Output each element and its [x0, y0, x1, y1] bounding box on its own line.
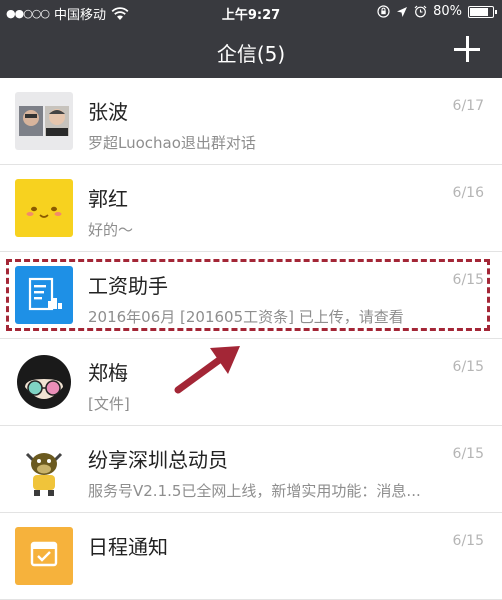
page-title: 企信(5)	[216, 42, 286, 66]
chat-row-schedule-notice[interactable]: 日程通知 6/15	[0, 513, 502, 600]
location-arrow-icon	[397, 6, 408, 17]
payslip-icon	[15, 266, 73, 324]
chat-preview: 罗超Luochao退出群对话	[88, 134, 256, 152]
pointer-arrow-icon	[174, 346, 240, 394]
chat-date: 6/15	[452, 272, 484, 288]
chat-preview: 服务号V2.1.5已全网上线，新增实用功能：消息...	[88, 482, 421, 500]
status-bar: ●●○○○ 中国移动 上午9:27 80%	[0, 0, 502, 26]
chat-name: 张波	[88, 100, 128, 124]
chat-row-guohong[interactable]: 郭红 好的～ 6/16	[0, 165, 502, 252]
chat-name: 郑梅	[88, 361, 128, 385]
calendar-check-icon	[15, 527, 73, 585]
chat-date: 6/15	[452, 359, 484, 375]
chat-name: 纷享深圳总动员	[88, 448, 228, 472]
chat-date: 6/17	[452, 98, 484, 114]
battery-percent: 80%	[433, 4, 462, 19]
chat-row-zhengmei[interactable]: 郑梅 [文件] 6/15	[0, 339, 502, 426]
chat-name: 郭红	[88, 187, 128, 211]
plus-icon[interactable]	[452, 34, 482, 64]
chat-preview: [文件]	[88, 395, 130, 413]
status-right: 80%	[377, 4, 497, 19]
battery-icon	[468, 5, 497, 18]
chat-date: 6/15	[452, 446, 484, 462]
bull-mascot-avatar	[15, 440, 73, 498]
chat-preview: 2016年06月 [201605工资条] 已上传，请查看	[88, 308, 404, 326]
yellow-face-avatar	[15, 179, 73, 237]
chat-row-fenxiang-shenzhen[interactable]: 纷享深圳总动员 服务号V2.1.5已全网上线，新增实用功能：消息... 6/15	[0, 426, 502, 513]
chat-date: 6/15	[452, 533, 484, 549]
chat-date: 6/16	[452, 185, 484, 201]
chat-preview: 好的～	[88, 221, 134, 239]
alarm-icon	[414, 5, 427, 18]
chat-row-payroll-assistant[interactable]: 工资助手 2016年06月 [201605工资条] 已上传，请查看 6/15	[0, 252, 502, 339]
group-photo-avatar	[15, 92, 73, 150]
top-bar: ●●○○○ 中国移动 上午9:27 80% 企信(5)	[0, 0, 502, 78]
chat-row-zhangbo[interactable]: 张波 罗超Luochao退出群对话 6/17	[0, 78, 502, 165]
sunglasses-cartoon-avatar	[15, 353, 73, 411]
chat-name: 日程通知	[88, 535, 168, 559]
chat-name: 工资助手	[88, 274, 168, 298]
orientation-lock-icon	[377, 5, 390, 18]
chat-list: 张波 罗超Luochao退出群对话 6/17 郭红 好的～ 6/16 工资助手 …	[0, 78, 502, 600]
